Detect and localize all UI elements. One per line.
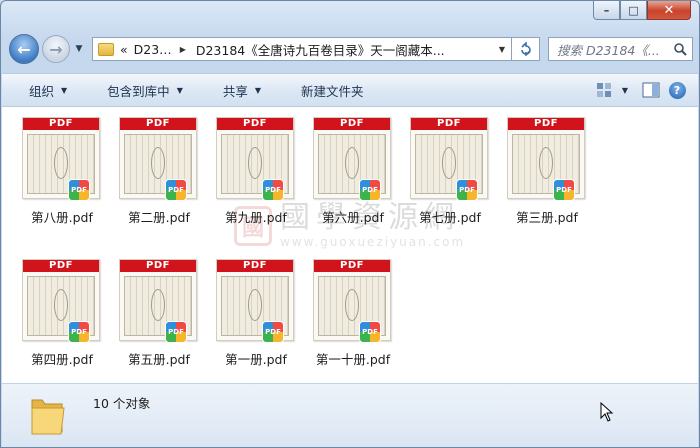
chevron-down-icon: ▼ [254, 85, 262, 95]
file-list-pane[interactable]: 國 國學資源網 www.guoxueziyuan.com PDF PDF 第八册… [2, 107, 698, 383]
include-in-library-menu[interactable]: 包含到库中 ▼ [80, 74, 196, 106]
details-pane: 10 个对象 [2, 383, 698, 447]
watermark-url: www.guoxueziyuan.com [280, 235, 466, 249]
pdf-icon: PDF [68, 179, 90, 201]
back-arrow-icon: ← [17, 39, 31, 59]
chevron-down-icon: ▼ [176, 85, 183, 95]
breadcrumb-separator-icon[interactable]: ▶ [180, 45, 186, 54]
close-button[interactable]: ✕ [647, 1, 691, 20]
pdf-icon: PDF [165, 321, 187, 343]
pdf-band-label: PDF [217, 118, 293, 130]
organize-menu[interactable]: 组织 ▼ [2, 74, 80, 106]
close-icon: ✕ [663, 2, 675, 18]
help-icon: ? [668, 81, 686, 99]
help-button[interactable]: ? [666, 79, 688, 101]
pdf-band-label: PDF [508, 118, 584, 130]
minimize-button[interactable]: – [593, 1, 620, 20]
search-input[interactable]: 搜索 D23184《... [548, 37, 693, 61]
view-dropdown-icon[interactable]: ▼ [622, 86, 628, 95]
new-folder-button[interactable]: 新建文件夹 [274, 74, 377, 106]
refresh-icon [520, 42, 531, 56]
caption-buttons: – □ ✕ [593, 1, 691, 21]
chevron-down-icon: ▼ [75, 44, 83, 54]
pdf-icon: PDF [359, 321, 381, 343]
pdf-band-label: PDF [23, 260, 99, 272]
organize-label: 组织 [29, 83, 55, 99]
view-tiles-icon [596, 83, 611, 97]
pdf-icon: PDF [165, 179, 187, 201]
pdf-band-label: PDF [120, 260, 196, 272]
navigation-bar: ← → ▼ « D23… ▶ D23184《全唐诗九百卷目录》天一阁藏本... … [9, 34, 693, 64]
chevron-down-icon: ▼ [61, 85, 68, 95]
file-item[interactable]: PDF PDF 第四册.pdf [4, 251, 100, 369]
search-placeholder: 搜索 D23184《... [557, 42, 660, 58]
address-bar[interactable]: « D23… ▶ D23184《全唐诗九百卷目录》天一阁藏本... ▼ [92, 37, 512, 61]
explorer-window: – □ ✕ ← → ▼ « D23… ▶ D23184《全唐诗九百卷目录》天一阁… [0, 0, 700, 448]
file-item[interactable]: PDF PDF 第一册.pdf [198, 251, 294, 369]
pdf-band-label: PDF [314, 118, 390, 130]
new-folder-label: 新建文件夹 [301, 83, 364, 99]
share-label: 共享 [222, 83, 248, 99]
file-item[interactable]: PDF PDF 第九册.pdf [198, 109, 294, 227]
command-bar: 组织 ▼ 包含到库中 ▼ 共享 ▼ 新建文件夹 ▼ ? [2, 73, 698, 107]
refresh-button[interactable] [512, 37, 540, 61]
toolbar-right: ▼ ? [594, 79, 698, 101]
preview-pane-button[interactable] [640, 79, 662, 101]
pdf-icon: PDF [262, 179, 284, 201]
maximize-button[interactable]: □ [620, 1, 647, 20]
change-view-button[interactable] [594, 79, 616, 101]
forward-button[interactable]: → [42, 35, 70, 63]
pdf-band-label: PDF [411, 118, 487, 130]
file-name: 第一十册.pdf [315, 352, 391, 367]
breadcrumb-overflow[interactable]: « [120, 42, 128, 57]
file-item[interactable]: PDF PDF 第五册.pdf [101, 251, 197, 369]
pdf-icon: PDF [68, 321, 90, 343]
file-item[interactable]: PDF PDF 第八册.pdf [4, 109, 100, 227]
breadcrumb-current[interactable]: D23184《全唐诗九百卷目录》天一阁藏本... [196, 40, 493, 59]
minimize-icon: – [603, 3, 610, 17]
search-icon[interactable] [668, 42, 692, 56]
preview-pane-icon [642, 82, 660, 98]
pdf-icon: PDF [553, 179, 575, 201]
pdf-icon: PDF [456, 179, 478, 201]
forward-arrow-icon: → [49, 39, 63, 59]
pdf-band-label: PDF [314, 260, 390, 272]
file-name: 第三册.pdf [516, 210, 578, 225]
file-item[interactable]: PDF PDF 第七册.pdf [392, 109, 488, 227]
folder-icon [31, 399, 65, 435]
file-item[interactable]: PDF PDF 第六册.pdf [295, 109, 391, 227]
share-menu[interactable]: 共享 ▼ [196, 74, 274, 106]
back-button[interactable]: ← [9, 34, 39, 64]
include-in-library-label: 包含到库中 [107, 83, 170, 99]
address-history-dropdown[interactable]: ▼ [493, 45, 511, 54]
file-item[interactable]: PDF PDF 第二册.pdf [101, 109, 197, 227]
mouse-pointer-icon [600, 402, 614, 422]
file-item[interactable]: PDF PDF 第一十册.pdf [295, 251, 391, 369]
maximize-icon: □ [628, 3, 639, 17]
folder-icon [98, 42, 114, 56]
pdf-band-label: PDF [217, 260, 293, 272]
pdf-icon: PDF [359, 179, 381, 201]
file-item[interactable]: PDF PDF 第三册.pdf [489, 109, 585, 227]
breadcrumb-root[interactable]: D23… [134, 42, 172, 57]
pdf-band-label: PDF [23, 118, 99, 130]
pdf-band-label: PDF [120, 118, 196, 130]
pdf-icon: PDF [262, 321, 284, 343]
recent-pages-dropdown[interactable]: ▼ [72, 39, 86, 59]
item-count: 10 个对象 [93, 396, 151, 411]
